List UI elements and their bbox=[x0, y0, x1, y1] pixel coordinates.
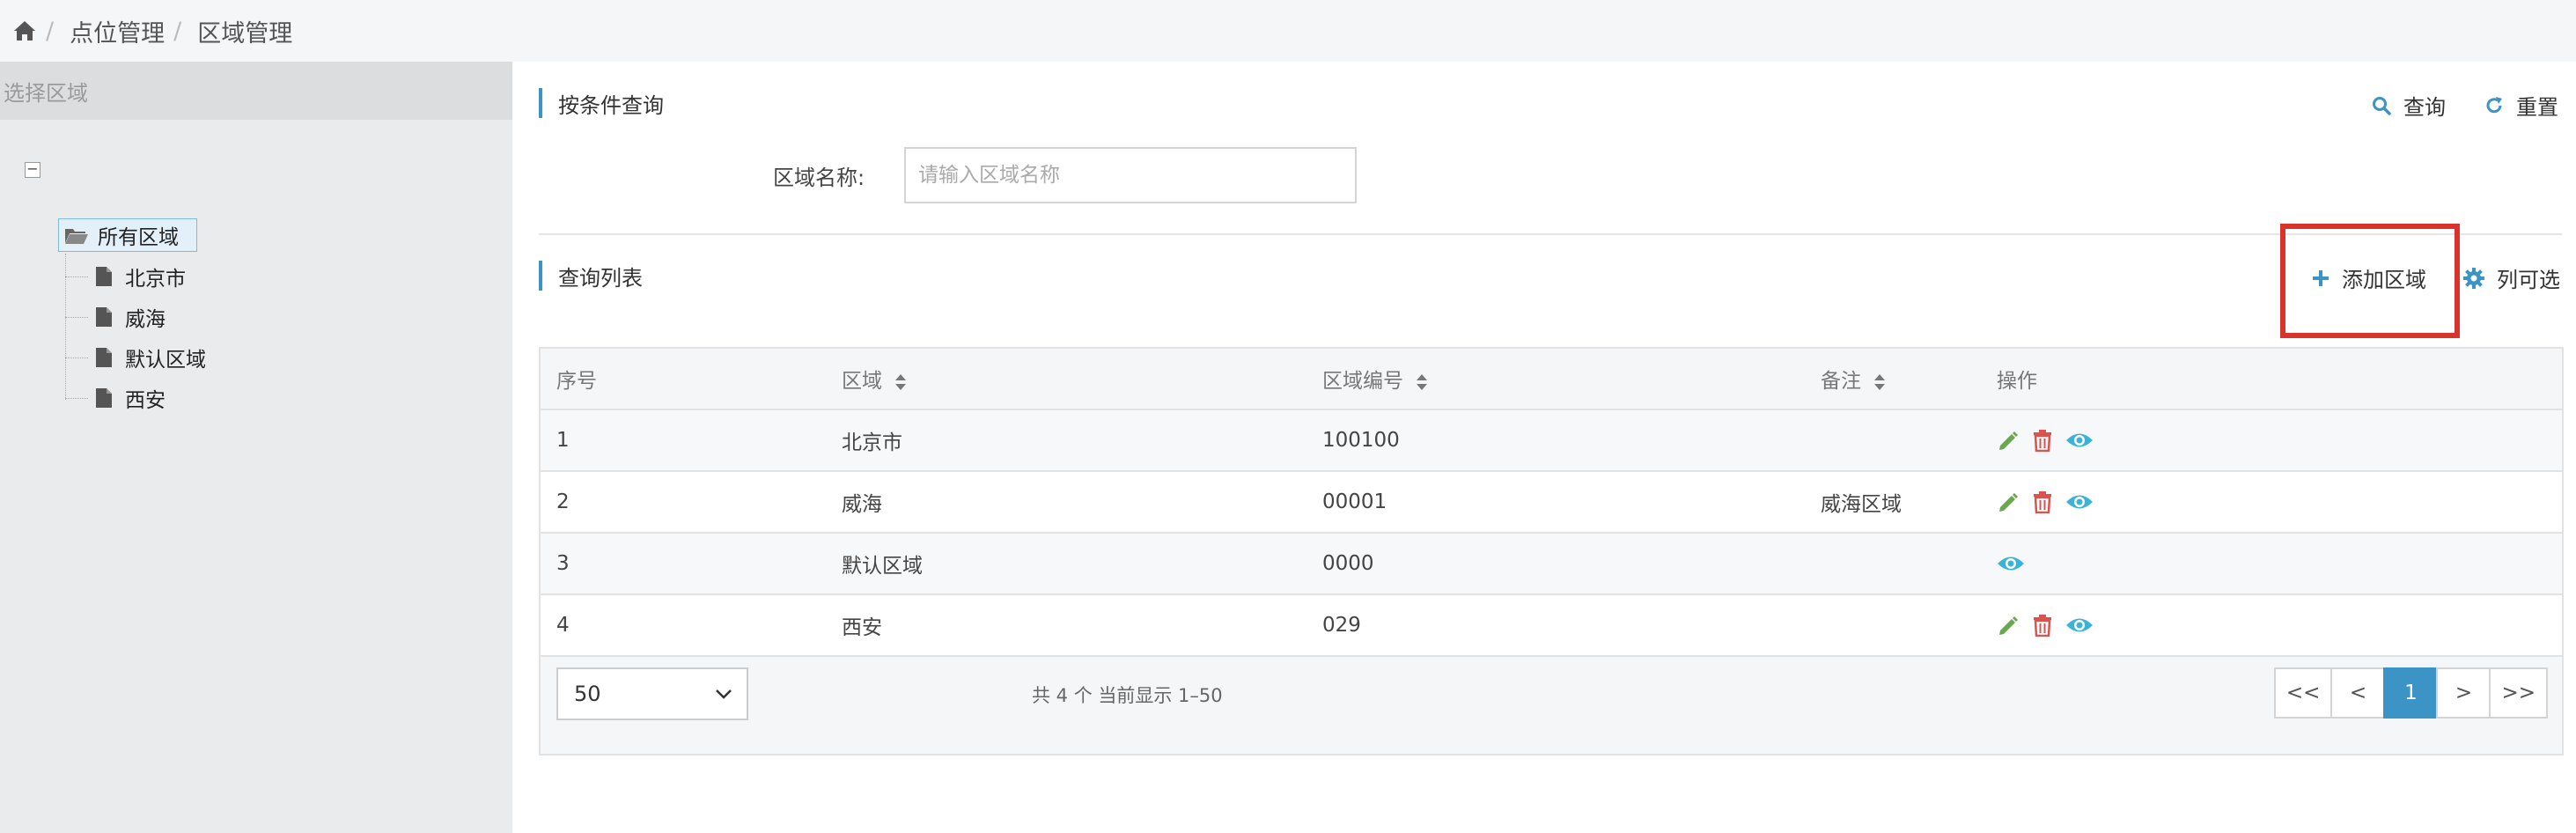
list-section-title: 查询列表 bbox=[539, 261, 643, 291]
delete-icon[interactable] bbox=[2032, 614, 2053, 637]
edit-icon[interactable] bbox=[1997, 429, 2020, 452]
column-header-note[interactable]: 备注 bbox=[1805, 349, 1981, 410]
column-header-region[interactable]: 区域 bbox=[826, 349, 1306, 410]
page-number-button[interactable]: 1 bbox=[2383, 667, 2439, 719]
table-row: 3 默认区域 0000 bbox=[541, 533, 2562, 595]
cell-index: 3 bbox=[541, 533, 826, 595]
file-icon bbox=[96, 307, 112, 327]
sort-icon[interactable] bbox=[1873, 373, 1886, 391]
cell-code: 029 bbox=[1306, 594, 1805, 657]
page-first-button[interactable]: << bbox=[2273, 667, 2333, 719]
file-icon bbox=[96, 267, 112, 286]
region-sidebar: 选择区域 − 所有区域 北京市 威海 默认区域 西安 bbox=[0, 62, 512, 833]
add-region-button[interactable]: 添加区域 bbox=[2312, 262, 2426, 293]
tree-node-xian[interactable]: 西安 bbox=[65, 382, 166, 414]
table-header-row: 序号 区域 区域编号 备注 操作 bbox=[541, 349, 2562, 410]
cell-note bbox=[1805, 533, 1981, 595]
tree-node-beijing[interactable]: 北京市 bbox=[65, 261, 186, 292]
gear-icon bbox=[2463, 267, 2484, 289]
main-content: 按条件查询 查询 重置 区域名称: 查询列表 添加区域 列可选 bbox=[512, 62, 2576, 833]
search-button[interactable]: 查询 bbox=[2372, 90, 2446, 121]
tree-node-label: 西安 bbox=[125, 389, 166, 412]
cell-region: 北京市 bbox=[826, 409, 1306, 472]
tree-node-label: 默认区域 bbox=[125, 349, 206, 372]
breadcrumb-separator: / bbox=[173, 17, 182, 45]
column-header-actions: 操作 bbox=[1981, 349, 2562, 410]
sort-icon[interactable] bbox=[894, 373, 907, 391]
page-size-value: 50 bbox=[574, 682, 601, 706]
tree-collapse-toggle[interactable]: − bbox=[25, 162, 40, 178]
column-header-code[interactable]: 区域编号 bbox=[1306, 349, 1805, 410]
cell-note bbox=[1805, 594, 1981, 657]
query-section-title: 按条件查询 bbox=[539, 88, 664, 118]
column-header-index: 序号 bbox=[541, 349, 826, 410]
delete-icon[interactable] bbox=[2032, 429, 2053, 452]
pagination-summary: 共 4 个 当前显示 1–50 bbox=[1032, 685, 1223, 706]
cell-actions bbox=[1981, 594, 2562, 657]
view-icon[interactable] bbox=[1997, 554, 2025, 573]
cell-index: 1 bbox=[541, 409, 826, 472]
cell-code: 100100 bbox=[1306, 409, 1805, 472]
tree-node-label: 北京市 bbox=[125, 268, 186, 291]
region-name-input[interactable] bbox=[904, 147, 1357, 203]
page-prev-button[interactable]: < bbox=[2330, 667, 2386, 719]
breadcrumb-item-point-management[interactable]: 点位管理 bbox=[70, 14, 165, 48]
view-icon[interactable] bbox=[2065, 616, 2094, 635]
region-table-panel: 序号 区域 区域编号 备注 操作 1 北京市 100100 2 威海 00001… bbox=[539, 347, 2564, 756]
tree-node-label: 威海 bbox=[125, 308, 166, 331]
search-button-label: 查询 bbox=[2403, 95, 2446, 120]
cell-region: 西安 bbox=[826, 594, 1306, 657]
delete-icon[interactable] bbox=[2032, 490, 2053, 513]
sidebar-header: 选择区域 bbox=[0, 62, 512, 120]
edit-icon[interactable] bbox=[1997, 614, 2020, 637]
cell-index: 4 bbox=[541, 594, 826, 657]
file-icon bbox=[96, 388, 112, 408]
folder-open-icon bbox=[65, 229, 88, 244]
cell-index: 2 bbox=[541, 471, 826, 534]
chevron-down-icon bbox=[716, 689, 732, 699]
cell-region: 威海 bbox=[826, 471, 1306, 534]
tree-root-node[interactable]: 所有区域 bbox=[58, 218, 197, 252]
search-icon bbox=[2373, 96, 2391, 115]
column-chooser-button[interactable]: 列可选 bbox=[2463, 262, 2560, 293]
view-icon[interactable] bbox=[2065, 492, 2094, 512]
column-chooser-label: 列可选 bbox=[2497, 268, 2560, 292]
cell-code: 00001 bbox=[1306, 471, 1805, 534]
cell-note bbox=[1805, 409, 1981, 472]
region-table: 序号 区域 区域编号 备注 操作 1 北京市 100100 2 威海 00001… bbox=[541, 349, 2562, 657]
region-name-label: 区域名称: bbox=[773, 165, 865, 190]
page-size-select[interactable]: 50 bbox=[556, 667, 748, 720]
cell-actions bbox=[1981, 409, 2562, 472]
pagination: << < 1 > >> bbox=[2273, 667, 2548, 719]
cell-region: 默认区域 bbox=[826, 533, 1306, 595]
add-region-label: 添加区域 bbox=[2342, 268, 2426, 292]
sort-icon[interactable] bbox=[1416, 373, 1428, 391]
table-row: 2 威海 00001 威海区域 bbox=[541, 471, 2562, 534]
reset-button[interactable]: 重置 bbox=[2484, 90, 2558, 121]
cell-code: 0000 bbox=[1306, 533, 1805, 595]
tree-root-label: 所有区域 bbox=[98, 226, 179, 249]
refresh-icon bbox=[2486, 96, 2502, 113]
table-row: 4 西安 029 bbox=[541, 594, 2562, 657]
page-next-button[interactable]: > bbox=[2436, 667, 2491, 719]
page-last-button[interactable]: >> bbox=[2489, 667, 2548, 719]
tree-node-default[interactable]: 默认区域 bbox=[65, 342, 206, 373]
cell-actions bbox=[1981, 471, 2562, 534]
table-row: 1 北京市 100100 bbox=[541, 409, 2562, 472]
tree-node-weihai[interactable]: 威海 bbox=[65, 301, 166, 333]
reset-button-label: 重置 bbox=[2516, 95, 2558, 120]
breadcrumb: / 点位管理 / 区域管理 bbox=[0, 0, 2576, 62]
file-icon bbox=[96, 348, 112, 367]
breadcrumb-separator: / bbox=[46, 17, 55, 45]
cell-note: 威海区域 bbox=[1805, 471, 1981, 534]
section-divider bbox=[539, 233, 2562, 235]
cell-actions bbox=[1981, 533, 2562, 595]
home-icon[interactable] bbox=[12, 19, 37, 42]
view-icon[interactable] bbox=[2065, 431, 2094, 450]
edit-icon[interactable] bbox=[1997, 490, 2020, 513]
breadcrumb-item-region-management: 区域管理 bbox=[197, 19, 293, 48]
plus-icon bbox=[2313, 269, 2329, 286]
